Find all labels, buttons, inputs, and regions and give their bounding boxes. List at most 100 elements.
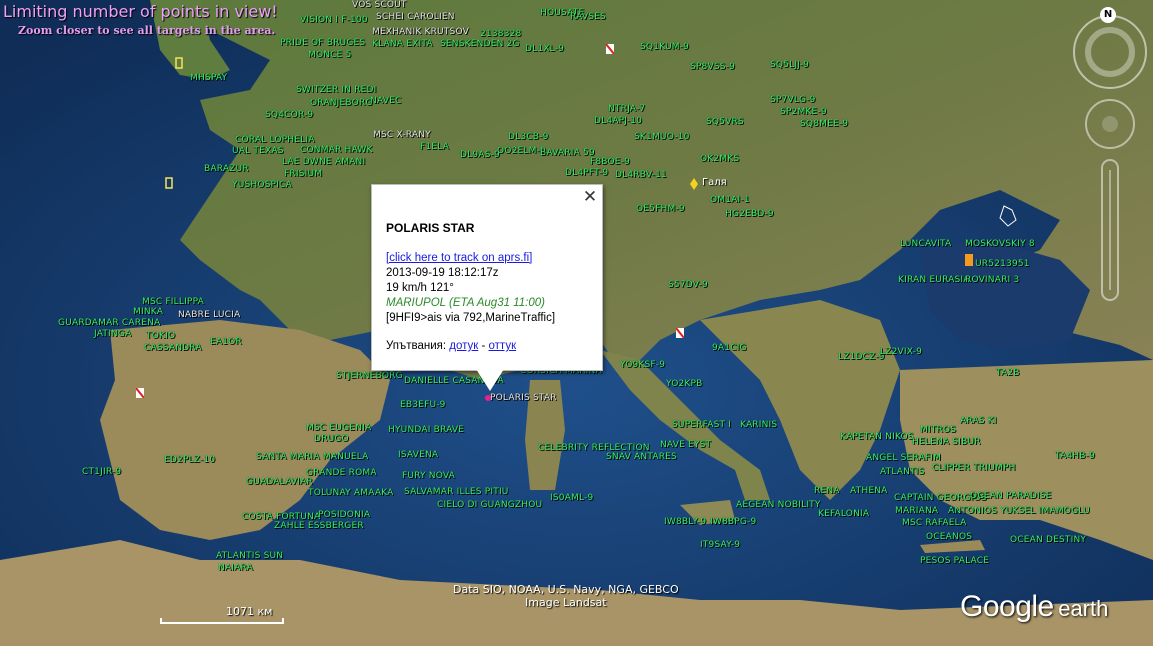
vessel-label[interactable]: SCHEI CAROLIEN: [376, 12, 455, 22]
vessel-label[interactable]: SALVAMAR ILLES PITIU: [404, 487, 509, 497]
vessel-label[interactable]: OK2MKS: [700, 154, 739, 164]
vessel-label[interactable]: NAVE EYST: [660, 440, 711, 450]
vessel-label[interactable]: KAPETAN NIKOS: [840, 432, 914, 442]
vessel-label[interactable]: EA1OR: [210, 337, 242, 347]
north-icon[interactable]: N: [1100, 7, 1116, 23]
vessel-label[interactable]: ANTONIOS: [948, 506, 997, 516]
vessel-label[interactable]: KARINIS: [740, 420, 777, 430]
vessel-label[interactable]: HYUNDAI BRAVE: [388, 425, 464, 435]
vessel-label[interactable]: BARAZUR: [204, 164, 249, 174]
vessel-label[interactable]: NAIARA: [218, 563, 253, 573]
vessel-label[interactable]: DL1XL-9: [525, 44, 564, 54]
vessel-label[interactable]: IW8BPG-9: [710, 517, 756, 527]
vessel-label[interactable]: PESOS PALACE: [920, 556, 989, 566]
vessel-label[interactable]: GUARDAMAR CARENA: [58, 318, 160, 328]
vessel-label[interactable]: CT1JIR-9: [82, 467, 121, 477]
vessel-label[interactable]: F1ELA: [420, 142, 449, 152]
vessel-label[interactable]: TA2B: [996, 368, 1020, 378]
vessel-label[interactable]: IS0AML-9: [550, 493, 593, 503]
vessel-label[interactable]: RAVSES: [570, 12, 606, 22]
vessel-label[interactable]: SQ4COR-9: [265, 110, 313, 120]
vessel-label[interactable]: HG2EBD-9: [725, 209, 774, 219]
vessel-label[interactable]: KEFALONIA: [818, 509, 869, 519]
vessel-label[interactable]: ARAS KI: [960, 416, 997, 426]
vessel-label[interactable]: SK1MUO-10: [634, 132, 690, 142]
vessel-label[interactable]: IT9SAY-9: [700, 540, 740, 550]
vessel-label[interactable]: BAVARIA 59: [540, 148, 595, 158]
vessel-label[interactable]: SUPERFAST I: [672, 420, 731, 430]
track-link[interactable]: [click here to track on aprs.fi]: [386, 252, 532, 264]
vessel-label[interactable]: VOS SCOUT: [352, 0, 407, 10]
vessel-label[interactable]: MEXHANIK KRUTSOV: [372, 27, 469, 37]
vessel-label[interactable]: DL3CB-9: [508, 132, 549, 142]
vessel-marker[interactable]: [484, 394, 492, 402]
vessel-label[interactable]: CLIPPER TRIUMPH: [932, 463, 1016, 473]
vessel-label[interactable]: ED2PLZ-10: [164, 455, 215, 465]
vessel-label[interactable]: SWITZER IN REDI: [296, 85, 377, 95]
vessel-label[interactable]: 9A1CIG: [712, 343, 747, 353]
vessel-label[interactable]: ZAHLE ESSBERGER: [274, 521, 364, 531]
vessel-label[interactable]: KLANA EXITA: [372, 39, 433, 49]
vessel-label[interactable]: MOSKOVSKIY 8: [965, 239, 1035, 249]
vessel-label[interactable]: OCEANOS: [926, 532, 972, 542]
vessel-label[interactable]: VISION I F-100: [300, 15, 368, 25]
vessel-label[interactable]: NAVEC: [370, 96, 401, 106]
vessel-label[interactable]: UR5213951: [975, 259, 1030, 269]
vessel-label[interactable]: OM1AI-1: [710, 195, 750, 205]
vessel-label[interactable]: SNAV ANTARES: [606, 452, 677, 462]
vessel-label[interactable]: 2138328: [480, 29, 521, 39]
vessel-label[interactable]: CIELO DI GUANGZHOU: [437, 500, 542, 510]
vessel-label[interactable]: MSC RAFAELA: [902, 518, 966, 528]
vessel-label[interactable]: SP2MKE-9: [780, 107, 827, 117]
vessel-label[interactable]: DRUGO: [314, 434, 349, 444]
placemark-pin-icon[interactable]: [690, 178, 698, 190]
vessel-label[interactable]: NTRJA-7: [608, 104, 645, 114]
vessel-label[interactable]: EB3EFU-9: [400, 400, 446, 410]
vessel-label[interactable]: OO2ELM-9: [497, 146, 546, 156]
vessel-label[interactable]: ATLANTIS SUN: [216, 551, 283, 561]
vessel-label[interactable]: ORANJEBORG: [310, 98, 373, 108]
vessel-label[interactable]: IW8BLY-9: [664, 517, 706, 527]
vessel-label[interactable]: PRIDE OF BRUGES: [280, 38, 365, 48]
vessel-label[interactable]: MINKA: [133, 307, 163, 317]
vessel-label[interactable]: DL4PFT-9: [565, 168, 608, 178]
vessel-label[interactable]: ROVINARI 3: [965, 275, 1019, 285]
vessel-label[interactable]: SP7VLG-9: [770, 95, 816, 105]
navigation-controls[interactable]: N: [1070, 0, 1153, 320]
vessel-label[interactable]: TA4HB-9: [1055, 451, 1095, 461]
vessel-label[interactable]: FRISIUM: [284, 169, 322, 179]
vessel-label[interactable]: MITROS: [920, 425, 956, 435]
vessel-label[interactable]: MSC X-RANY: [373, 130, 431, 140]
vessel-label[interactable]: POLARIS STAR: [490, 393, 557, 403]
vessel-label[interactable]: AEGEAN NOBILITY: [736, 500, 821, 510]
vessel-label[interactable]: RENA: [814, 486, 840, 496]
vessel-label[interactable]: DL9AS-9: [460, 150, 500, 160]
vessel-label[interactable]: DL4RBV-11: [615, 170, 667, 180]
vessel-label[interactable]: YUKSEL IMAMOGLU: [1000, 506, 1090, 516]
vessel-label[interactable]: MARIANA: [895, 506, 938, 516]
vessel-label[interactable]: SQ5VRS: [706, 117, 744, 127]
vessel-label[interactable]: YUSHOSPICA: [232, 180, 292, 190]
vessel-label[interactable]: ANGEL SERAFIM: [866, 453, 941, 463]
vessel-label[interactable]: CORAL LOPHELIA: [235, 135, 315, 145]
vessel-label[interactable]: KIRAN EURASIA: [898, 275, 970, 285]
vessel-label[interactable]: SP8VSS-9: [690, 62, 735, 72]
vessel-label[interactable]: LUNCAVITA: [900, 239, 951, 249]
vessel-label[interactable]: GUADALAVIAR: [246, 477, 313, 487]
vessel-label[interactable]: YO9KSF-9: [620, 360, 665, 370]
vessel-label[interactable]: SQ5LJJ-9: [770, 60, 809, 70]
vessel-label[interactable]: FURY NOVA: [402, 471, 455, 481]
vessel-label[interactable]: LZ1DCZ-9: [838, 352, 885, 362]
directions-from-here-link[interactable]: оттук: [489, 340, 517, 352]
vessel-label[interactable]: NABRE LUCIA: [178, 310, 240, 320]
directions-to-here-link[interactable]: дотук: [449, 340, 478, 352]
vessel-label[interactable]: HELENA SIBUR: [912, 437, 981, 447]
vessel-label[interactable]: YO2KPB: [666, 379, 703, 389]
vessel-label[interactable]: CONMAR HAWK: [300, 145, 373, 155]
vessel-label[interactable]: DL4APJ-10: [594, 116, 642, 126]
vessel-label[interactable]: SANTA MARIA MANUELA: [256, 452, 369, 462]
vessel-label[interactable]: GRANDE ROMA: [306, 468, 377, 478]
vessel-label[interactable]: POSIDONIA: [318, 510, 370, 520]
vessel-label[interactable]: MHSPAY: [190, 73, 227, 83]
vessel-label[interactable]: SENSKENDEN 2G: [440, 39, 520, 49]
